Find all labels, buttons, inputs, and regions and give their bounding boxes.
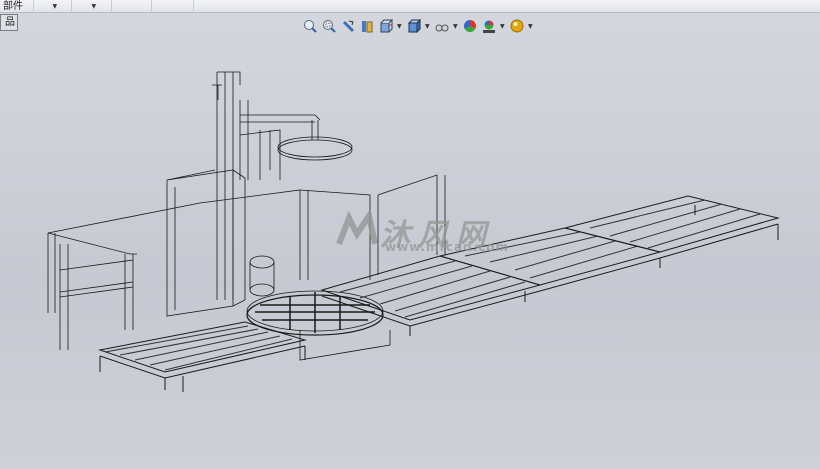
watermark-logo-icon	[336, 208, 378, 246]
wrapping-machine-frame	[166, 71, 446, 317]
main-conveyor-1	[320, 255, 542, 336]
watermark: 沐风网 www.mfcad.com	[335, 208, 508, 254]
turntable	[246, 290, 391, 361]
left-workbench	[47, 202, 201, 350]
watermark-url: www.mfcad.com	[385, 240, 509, 254]
left-conveyor	[98, 321, 307, 392]
main-conveyor-3	[564, 195, 780, 259]
